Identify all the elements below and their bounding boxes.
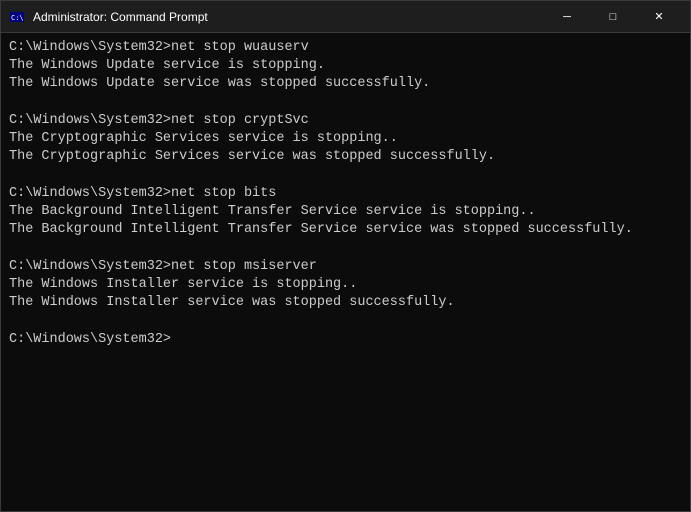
terminal-body[interactable]: C:\Windows\System32>net stop wuauserv Th… [1,33,690,511]
window-title: Administrator: Command Prompt [33,10,544,24]
window-controls: ─ □ ✕ [544,1,682,33]
command-prompt-window: C:\ Administrator: Command Prompt ─ □ ✕ … [0,0,691,512]
svg-text:C:\: C:\ [11,14,24,22]
close-button[interactable]: ✕ [636,1,682,33]
cmd-icon: C:\ [9,9,25,25]
title-bar: C:\ Administrator: Command Prompt ─ □ ✕ [1,1,690,33]
maximize-button[interactable]: □ [590,1,636,33]
minimize-button[interactable]: ─ [544,1,590,33]
